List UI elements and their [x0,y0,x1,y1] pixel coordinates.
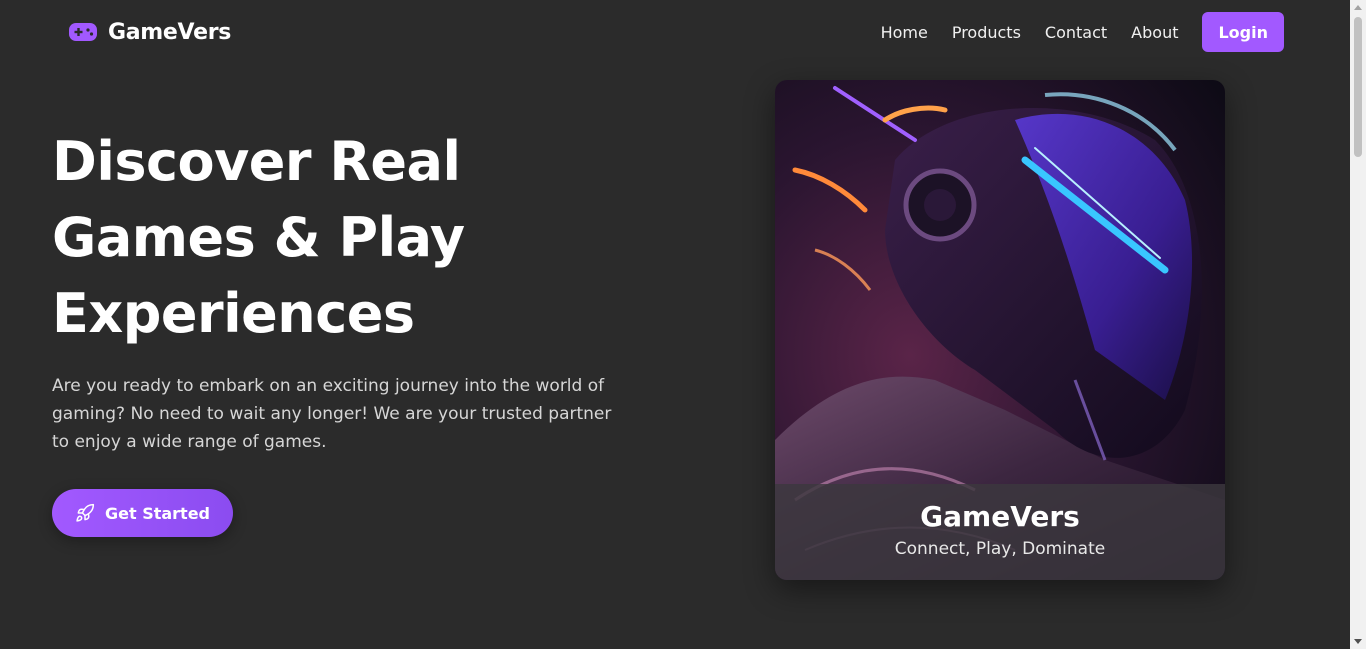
rocket-icon [75,503,95,523]
scrollbar-thumb[interactable] [1354,17,1362,157]
get-started-label: Get Started [104,503,210,523]
brand-logo-link[interactable]: GameVers [68,14,231,50]
scroll-up-icon[interactable] [1354,5,1362,10]
brand-name: GameVers [108,19,232,45]
hero-title-line: Discover Real [52,130,461,193]
nav-link-home[interactable]: Home [881,23,928,42]
hero-title-line: Games & Play [52,206,465,269]
hero-description: Are you ready to embark on an exciting j… [52,376,612,452]
hero-title-line: Experiences [52,282,415,345]
nav-link-contact[interactable]: Contact [1045,23,1107,42]
card-caption: GameVers Connect, Play, Dominate [775,484,1225,580]
get-started-button[interactable]: Get Started [52,489,233,537]
hero-title: Discover Real Games & Play Experiences [52,124,572,352]
card-subtitle: Connect, Play, Dominate [894,539,1106,559]
nav-link-products[interactable]: Products [952,23,1021,42]
nav-link-about[interactable]: About [1131,23,1178,42]
hero-card: GameVers Connect, Play, Dominate [775,80,1225,580]
nav-links: Home Products Contact About Login [881,12,1284,52]
page-scrollbar[interactable] [1350,0,1366,649]
scroll-down-icon[interactable] [1354,639,1362,644]
login-button[interactable]: Login [1202,12,1284,52]
gamepad-icon [68,21,98,43]
card-title: GameVers [920,500,1080,533]
navbar: GameVers Home Products Contact About Log… [0,0,1350,64]
